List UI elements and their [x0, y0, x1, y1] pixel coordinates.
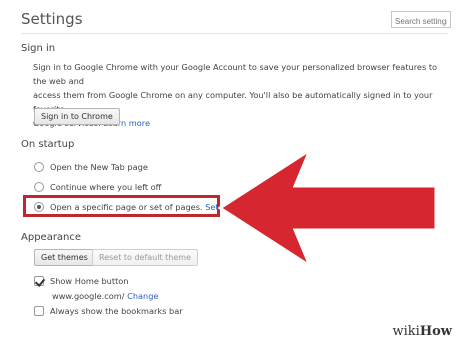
show-home-button-label: Show Home button: [50, 276, 129, 286]
sign-in-line-1: Sign in to Google Chrome with your Googl…: [33, 62, 438, 86]
on-startup-heading: On startup: [21, 139, 75, 150]
reset-theme-button[interactable]: Reset to default theme: [92, 249, 198, 266]
search-input[interactable]: [391, 11, 451, 28]
change-home-link[interactable]: Change: [127, 291, 158, 301]
radio-label-continue: Continue where you left off: [50, 182, 162, 192]
radio-new-tab-page[interactable]: [34, 162, 44, 172]
wikihow-watermark: wikiHow: [393, 324, 452, 339]
radio-continue-where-left-off[interactable]: [34, 182, 44, 192]
home-url: www.google.com/: [52, 291, 125, 301]
red-arrow-icon: [218, 148, 438, 270]
sign-in-to-chrome-button[interactable]: Sign in to Chrome: [34, 108, 120, 125]
watermark-part-2: How: [419, 324, 452, 339]
show-bookmarks-bar-label: Always show the bookmarks bar: [50, 306, 183, 316]
page-title: Settings: [21, 10, 83, 28]
radio-label-new-tab-page: Open the New Tab page: [50, 162, 148, 172]
home-url-row: www.google.com/ Change: [52, 291, 158, 301]
show-bookmarks-bar-checkbox[interactable]: [34, 306, 44, 316]
get-themes-button[interactable]: Get themes: [34, 249, 95, 266]
show-home-button-checkbox[interactable]: [34, 276, 44, 286]
watermark-part-1: wiki: [392, 324, 420, 339]
header-divider: [21, 33, 448, 34]
sign-in-heading: Sign in: [21, 43, 56, 54]
highlight-box: [23, 195, 220, 217]
appearance-heading: Appearance: [21, 232, 82, 243]
